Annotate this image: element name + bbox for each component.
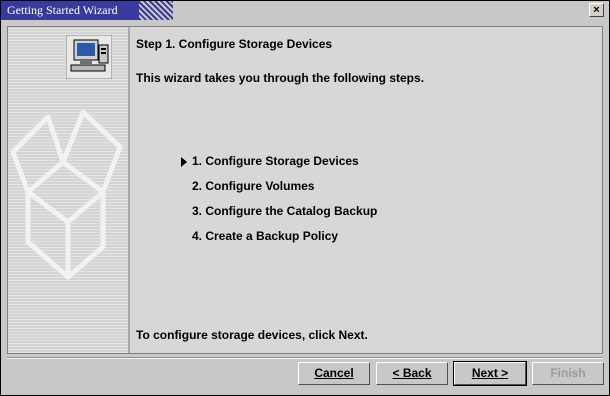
step-item-label: 4. Create a Backup Policy — [192, 229, 339, 243]
back-button[interactable]: < Back — [376, 362, 448, 385]
button-bar-divider — [7, 357, 603, 359]
instruction-text: To configure storage devices, click Next… — [136, 328, 368, 342]
step-item-label: 2. Configure Volumes — [192, 179, 315, 193]
box-watermark-icon — [10, 109, 123, 280]
computer-icon — [65, 34, 113, 80]
wizard-content: Step 1. Configure Storage Devices This w… — [130, 27, 602, 353]
step-title: Step 1. Configure Storage Devices — [136, 37, 333, 51]
step-list: 1. Configure Storage Devices 2. Configur… — [176, 154, 377, 254]
step-item-catalog-backup: 3. Configure the Catalog Backup — [176, 204, 377, 229]
step-item-label: 3. Configure the Catalog Backup — [192, 204, 378, 218]
finish-button[interactable]: Finish — [532, 362, 604, 385]
title-bar[interactable]: Getting Started Wizard × — [1, 1, 609, 20]
step-item-backup-policy: 4. Create a Backup Policy — [176, 229, 377, 254]
wizard-window: Getting Started Wizard × Step 1. Configu… — [0, 0, 610, 396]
current-step-arrow-icon — [181, 157, 187, 167]
wizard-body: Step 1. Configure Storage Devices This w… — [7, 26, 603, 354]
step-item-volumes: 2. Configure Volumes — [176, 179, 377, 204]
title-bar-decoration — [139, 1, 173, 20]
intro-text: This wizard takes you through the follow… — [136, 71, 425, 85]
step-item-label: 1. Configure Storage Devices — [192, 154, 359, 168]
window-title: Getting Started Wizard — [1, 1, 139, 20]
cancel-button[interactable]: Cancel — [298, 362, 370, 385]
step-item-storage-devices: 1. Configure Storage Devices — [176, 154, 377, 179]
close-button[interactable]: × — [589, 3, 604, 17]
wizard-side-panel — [8, 27, 128, 353]
next-button[interactable]: Next > — [453, 361, 527, 386]
